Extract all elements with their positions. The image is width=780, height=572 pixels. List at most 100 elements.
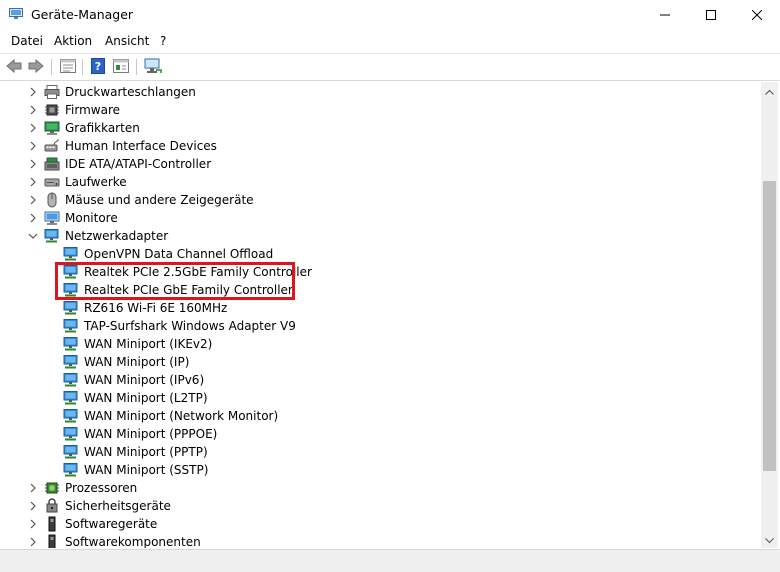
tree-item-label: Prozessoren (65, 481, 138, 495)
tree-device[interactable]: WAN Miniport (SSTP) (3, 461, 760, 479)
network-adapter-icon (63, 318, 79, 334)
tree-item-label: WAN Miniport (L2TP) (84, 391, 208, 405)
ide-controller-icon (44, 156, 60, 172)
view-icon (113, 58, 129, 76)
tree-item-label: WAN Miniport (PPTP) (84, 445, 208, 459)
tree-item-label: RZ616 Wi-Fi 6E 160MHz (84, 301, 228, 315)
scroll-thumb[interactable] (763, 181, 776, 471)
maximize-icon (706, 10, 716, 20)
tree-item-label: Netzwerkadapter (65, 229, 169, 243)
tree-category[interactable]: Softwaregeräte (3, 515, 760, 533)
tree-category[interactable]: Grafikkarten (3, 119, 760, 137)
mouse-icon (44, 192, 60, 208)
tree-item-label: WAN Miniport (IP) (84, 355, 190, 369)
tree-device[interactable]: WAN Miniport (PPPOE) (3, 425, 760, 443)
close-icon (752, 10, 762, 20)
software-component-icon (44, 534, 60, 548)
tree-category[interactable]: Laufwerke (3, 173, 760, 191)
minimize-icon (660, 10, 670, 20)
tree-category[interactable]: Monitore (3, 209, 760, 227)
network-adapter-icon (63, 336, 79, 352)
menu-help[interactable]: ? (160, 34, 166, 48)
chevron-right-icon[interactable] (27, 104, 39, 116)
properties-button[interactable] (58, 57, 78, 77)
minimize-button[interactable] (642, 0, 688, 30)
tree-item-label: WAN Miniport (SSTP) (84, 463, 209, 477)
tree-device[interactable]: WAN Miniport (IPv6) (3, 371, 760, 389)
tree-item-label: WAN Miniport (PPPOE) (84, 427, 218, 441)
tree-item-label: Monitore (65, 211, 118, 225)
tree-category[interactable]: Softwarekomponenten (3, 533, 760, 548)
tree-device[interactable]: WAN Miniport (IP) (3, 353, 760, 371)
tree-category[interactable]: Sicherheitsgeräte (3, 497, 760, 515)
vertical-scrollbar[interactable] (761, 82, 778, 548)
monitor-button[interactable] (143, 57, 163, 77)
software-device-icon (44, 516, 60, 532)
status-bar (0, 549, 780, 572)
tree-item-label: Laufwerke (65, 175, 127, 189)
menu-view[interactable]: Ansicht (105, 34, 149, 48)
scroll-down-button[interactable] (761, 531, 778, 548)
monitor-icon (144, 58, 162, 77)
tree-category[interactable]: Druckwarteschlangen (3, 83, 760, 101)
menu-file[interactable]: Datei (11, 34, 43, 48)
tree-category[interactable]: Prozessoren (3, 479, 760, 497)
chevron-right-icon[interactable] (27, 158, 39, 170)
network-adapter-icon (63, 372, 79, 388)
chevron-down-icon (765, 533, 774, 547)
chevron-right-icon[interactable] (27, 500, 39, 512)
tree-item-label: Mäuse und andere Zeigegeräte (65, 193, 254, 207)
maximize-button[interactable] (688, 0, 734, 30)
device-tree: Druckwarteschlangen Firmware Grafikkarten H… (3, 82, 760, 548)
tree-item-label: OpenVPN Data Channel Offload (84, 247, 274, 261)
tree-device[interactable]: RZ616 Wi-Fi 6E 160MHz (3, 299, 760, 317)
chevron-right-icon[interactable] (27, 194, 39, 206)
chevron-right-icon[interactable] (27, 518, 39, 530)
help-button[interactable]: ? (88, 57, 108, 77)
chevron-up-icon (765, 84, 774, 98)
chevron-right-icon[interactable] (27, 482, 39, 494)
device-manager-icon (9, 8, 23, 20)
tree-item-label: WAN Miniport (IKEv2) (84, 337, 213, 351)
processor-icon (44, 480, 60, 496)
forward-button[interactable] (26, 57, 46, 77)
help-icon: ? (91, 57, 105, 77)
chevron-right-icon[interactable] (27, 212, 39, 224)
tree-item-label: Softwarekomponenten (65, 535, 201, 548)
menu-action[interactable]: Aktion (54, 34, 92, 48)
tree-item-label: Softwaregeräte (65, 517, 158, 531)
network-adapter-icon (63, 462, 79, 478)
tree-device[interactable]: TAP-Surfshark Windows Adapter V9 (3, 317, 760, 335)
chevron-right-icon[interactable] (27, 86, 39, 98)
tree-category-network[interactable]: Netzwerkadapter (3, 227, 760, 245)
tree-device[interactable]: OpenVPN Data Channel Offload (3, 245, 760, 263)
chevron-down-icon[interactable] (27, 230, 39, 242)
network-adapter-icon (63, 246, 79, 262)
hid-icon (44, 138, 60, 154)
tree-device[interactable]: WAN Miniport (IKEv2) (3, 335, 760, 353)
scroll-up-button[interactable] (761, 82, 778, 99)
toolbar-separator (51, 59, 52, 75)
drive-icon (44, 174, 60, 190)
chevron-right-icon[interactable] (27, 536, 39, 548)
properties-icon (60, 58, 76, 76)
network-adapter-icon (63, 354, 79, 370)
back-button[interactable] (4, 57, 24, 77)
tree-device[interactable]: WAN Miniport (PPTP) (3, 443, 760, 461)
tree-category[interactable]: Human Interface Devices (3, 137, 760, 155)
chevron-right-icon[interactable] (27, 140, 39, 152)
chevron-right-icon[interactable] (27, 122, 39, 134)
tree-device[interactable]: WAN Miniport (Network Monitor) (3, 407, 760, 425)
tree-item-label: IDE ATA/ATAPI-Controller (65, 157, 212, 171)
network-adapter-icon (63, 390, 79, 406)
tree-category[interactable]: Firmware (3, 101, 760, 119)
chevron-right-icon[interactable] (27, 176, 39, 188)
tree-device[interactable]: WAN Miniport (L2TP) (3, 389, 760, 407)
tree-category[interactable]: IDE ATA/ATAPI-Controller (3, 155, 760, 173)
tree-category[interactable]: Mäuse und andere Zeigegeräte (3, 191, 760, 209)
tree-item-label: WAN Miniport (Network Monitor) (84, 409, 279, 423)
close-button[interactable] (734, 0, 780, 30)
view-button[interactable] (111, 57, 131, 77)
network-adapter-icon (63, 408, 79, 424)
window-title: Geräte-Manager (31, 7, 134, 22)
